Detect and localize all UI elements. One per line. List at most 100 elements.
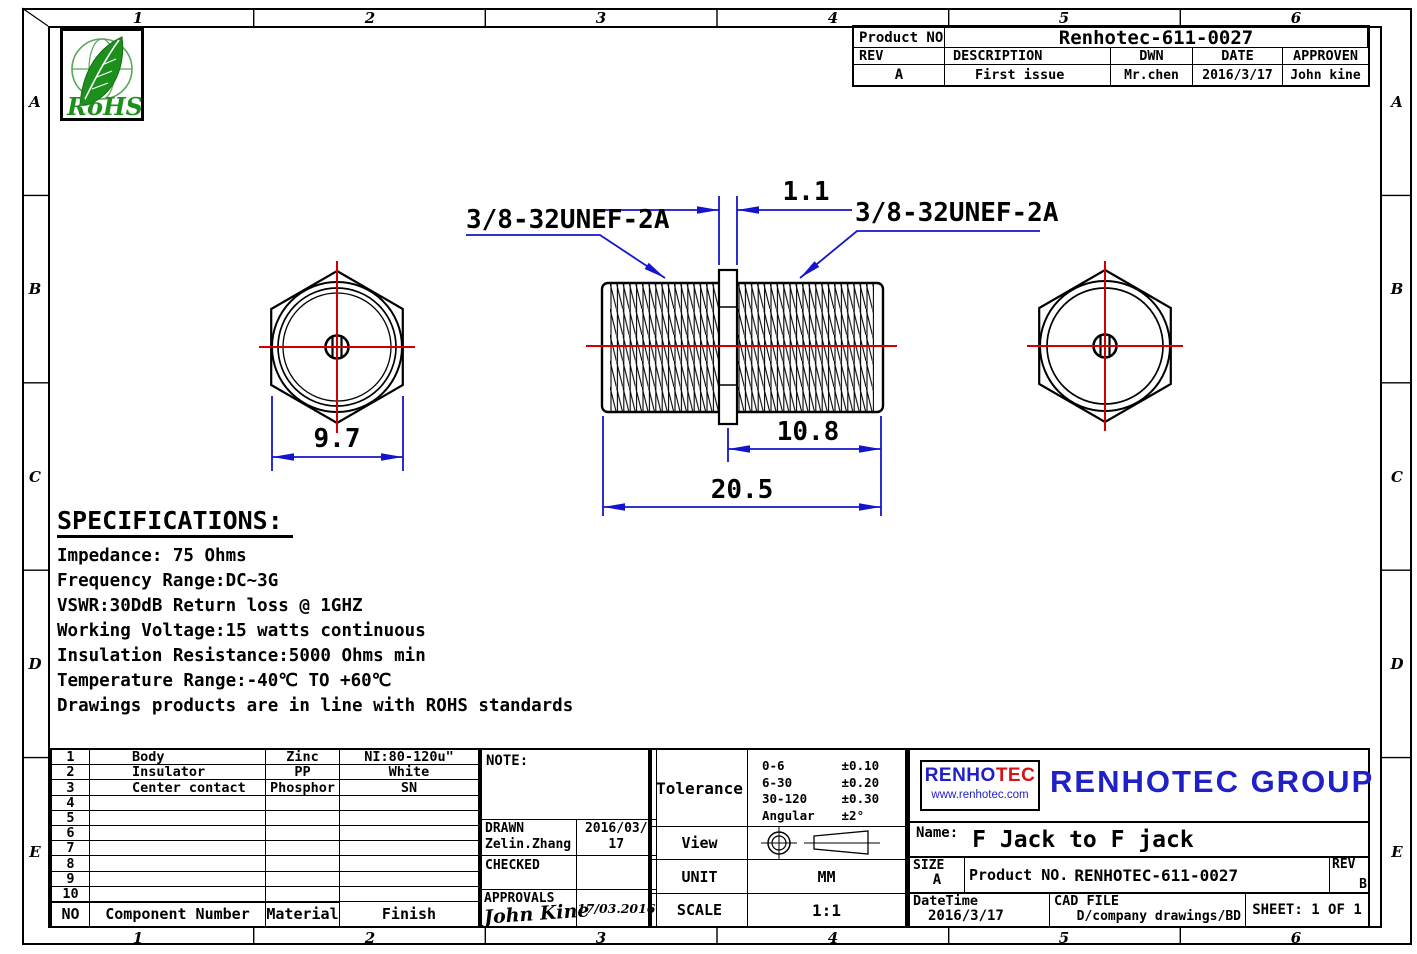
- part-material: Phosphor: [266, 780, 340, 795]
- tolerance-block: Tolerance 0-6 ±0.10 6-30 ±0.20 30-120 ±0…: [650, 748, 908, 928]
- name-label: Name:: [910, 823, 958, 841]
- right-leader-line: [800, 231, 1040, 278]
- size-value: A: [910, 873, 964, 888]
- centerlines: [1027, 261, 1183, 431]
- unit-label: UNIT: [652, 860, 748, 894]
- cadfile-value: D/company drawings/BD: [1050, 909, 1245, 924]
- part-no: 7: [52, 841, 90, 856]
- corner-diagonal: [22, 8, 48, 26]
- scale-value: 1:1: [748, 894, 906, 926]
- dim-hex-flats-label: 9.7: [314, 424, 361, 454]
- tol-range: 6-30: [762, 775, 834, 792]
- unit-value: MM: [748, 860, 906, 894]
- drawn-cell: DRAWN Zelin.Zhang: [482, 820, 577, 856]
- parts-footer-finish: Finish: [340, 902, 478, 926]
- dim-total-length-label: 20.5: [711, 475, 774, 505]
- part-component: Center contact: [90, 780, 266, 795]
- tol-value: ±2°: [842, 808, 865, 823]
- tol-range: 0-6: [762, 758, 834, 775]
- projection-view-icon: [752, 827, 902, 859]
- right-hex-view: [1027, 261, 1183, 431]
- logo-wordmark: RENHOTEC: [922, 764, 1038, 788]
- part-no: 9: [52, 872, 90, 887]
- part-no: 4: [52, 796, 90, 811]
- left-hex-view: 9.7: [259, 261, 415, 471]
- tolerance-row: 6-30 ±0.20: [762, 775, 905, 792]
- note-cell: NOTE:: [482, 750, 657, 820]
- part-finish: [340, 872, 478, 887]
- part-finish: [340, 811, 478, 826]
- tol-value: ±0.10: [842, 758, 880, 773]
- spec-line: Temperature Range:-40℃ TO +60℃: [57, 669, 637, 694]
- part-material: Zinc: [266, 750, 340, 765]
- tolerance-row: 30-120 ±0.30: [762, 791, 905, 808]
- part-no: 10: [52, 887, 90, 902]
- datetime-row: DateTime 2016/3/17 CAD FILE D/company dr…: [910, 894, 1368, 926]
- rev-cell: REV B: [1330, 858, 1368, 892]
- part-material: [266, 856, 340, 871]
- note-block: NOTE: DRAWN Zelin.Zhang 2016/03/ 17 CHEC…: [480, 748, 650, 928]
- company-name: RENHOTEC GROUP: [1050, 764, 1365, 800]
- part-component: [90, 887, 266, 902]
- dim-flange-label: 1.1: [783, 177, 830, 207]
- tol-value: ±0.20: [842, 775, 880, 790]
- part-material: PP: [266, 765, 340, 780]
- sheet-cell: SHEET: 1 OF 1: [1246, 894, 1368, 926]
- tolerance-label: Tolerance: [652, 750, 748, 827]
- tolerance-values: 0-6 ±0.10 6-30 ±0.20 30-120 ±0.30 Angula…: [748, 750, 906, 827]
- name-value: F Jack to F jack: [958, 827, 1194, 853]
- part-material: [266, 887, 340, 902]
- cadfile-label: CAD FILE: [1050, 894, 1245, 909]
- name-row: Name: F Jack to F jack: [910, 823, 1368, 858]
- side-view: 1.1 3/8-32UNEF-2A 3/8-32UNEF-2A 10.8 20.…: [466, 177, 1059, 516]
- part-finish: NI:80-120u": [340, 750, 478, 765]
- spec-line: Frequency Range:DC~3G: [57, 569, 637, 594]
- parts-table: 1 Body Zinc NI:80-120u" 2 Insulator PP W…: [50, 748, 480, 928]
- sheet-label: SHEET: 1 OF 1: [1252, 902, 1362, 918]
- parts-footer-material: Material: [266, 902, 340, 926]
- part-component: [90, 856, 266, 871]
- note-label: NOTE:: [482, 751, 528, 769]
- thread-label-right: 3/8-32UNEF-2A: [855, 198, 1059, 228]
- drawn-name: Zelin.Zhang: [482, 837, 576, 853]
- approvals-cell: APPROVALS John Kine: [482, 890, 577, 926]
- tol-range: Angular: [762, 808, 834, 825]
- size-row: SIZE A Product NO. RENHOTEC-611-0027 REV…: [910, 858, 1368, 894]
- cadfile-cell: CAD FILE D/company drawings/BD: [1050, 894, 1246, 926]
- part-no: 8: [52, 856, 90, 871]
- tol-value: ±0.30: [842, 791, 880, 806]
- part-material: [266, 826, 340, 841]
- logo-text-red: TEC: [996, 765, 1036, 786]
- part-no: 3: [52, 780, 90, 795]
- part-finish: White: [340, 765, 478, 780]
- drawn-date-2: 17: [577, 837, 656, 853]
- product-cell: Product NO. RENHOTEC-611-0027: [965, 858, 1330, 892]
- part-material: [266, 811, 340, 826]
- logo-row: RENHOTEC www.renhotec.com RENHOTEC GROUP: [910, 750, 1368, 823]
- checked-label: CHECKED: [482, 856, 576, 873]
- spec-line: Insulation Resistance:5000 Ohms min: [57, 644, 637, 669]
- part-material: [266, 841, 340, 856]
- part-finish: [340, 856, 478, 871]
- product-label: Product NO.: [965, 866, 1068, 884]
- part-component: [90, 811, 266, 826]
- rev-value: B: [1359, 877, 1367, 892]
- part-finish: [340, 796, 478, 811]
- rev-label: REV: [1330, 858, 1368, 872]
- part-component: [90, 841, 266, 856]
- thread-hatch: [610, 284, 874, 411]
- product-value: RENHOTEC-611-0027: [1068, 866, 1238, 885]
- part-finish: [340, 826, 478, 841]
- left-leader-line: [466, 235, 665, 278]
- datetime-value: 2016/3/17: [910, 909, 1049, 924]
- checked-date-cell: [577, 856, 657, 890]
- tol-range: 30-120: [762, 791, 834, 808]
- drawn-label: DRAWN: [482, 821, 576, 837]
- tolerance-row: 0-6 ±0.10: [762, 758, 905, 775]
- view-symbol-cell: [748, 827, 906, 860]
- part-material: [266, 872, 340, 887]
- part-finish: [340, 841, 478, 856]
- drawing-sheet: 1 2 3 4 5 6 1 2 3 4 5 6 A B C D E A B C …: [0, 0, 1417, 954]
- size-label: SIZE: [910, 858, 964, 873]
- parts-footer-component: Component Number: [90, 902, 266, 926]
